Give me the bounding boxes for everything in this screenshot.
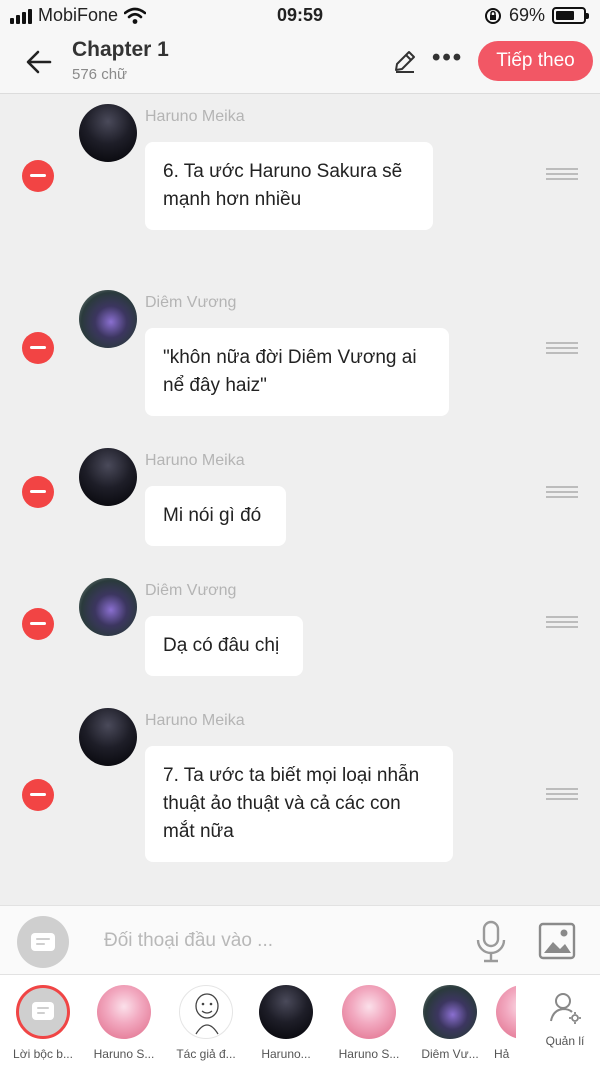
- character-bar: Lời bộc b... Haruno S... Tác giả đ... Ha…: [0, 975, 600, 1067]
- header: Chapter 1 576 chữ ••• Tiếp theo: [0, 32, 600, 94]
- message-line: mắt nữa: [163, 821, 234, 842]
- dialogue-input-bar: Đối thoại đầu vào ...: [0, 905, 600, 975]
- message-bubble[interactable]: Mi nói gì đó: [145, 486, 286, 546]
- speaker-avatar[interactable]: [79, 448, 137, 506]
- character-label: Tác giả đ...: [176, 1047, 236, 1061]
- battery-icon: [552, 7, 589, 24]
- drag-handle-icon[interactable]: [546, 616, 578, 628]
- message-line: Mi nói gì đó: [163, 505, 262, 526]
- character-narrator[interactable]: Lời bộc b...: [5, 985, 81, 1061]
- speaker-name: Diêm Vương: [145, 582, 237, 599]
- drag-handle-icon[interactable]: [546, 788, 578, 800]
- delete-message-button[interactable]: [22, 332, 54, 364]
- message-line: mạnh hơn nhiều: [163, 189, 302, 210]
- drag-handle-icon[interactable]: [546, 342, 578, 354]
- delete-message-button[interactable]: [22, 160, 54, 192]
- message-bubble[interactable]: 6. Ta ước Haruno Sakura sẽ mạnh hơn nhiề…: [145, 142, 433, 230]
- delete-message-button[interactable]: [22, 608, 54, 640]
- character-avatar: [342, 985, 396, 1039]
- character-item[interactable]: Haruno...: [248, 985, 324, 1061]
- speaker-name: Haruno Meika: [145, 712, 245, 729]
- next-button[interactable]: Tiếp theo: [478, 41, 593, 81]
- delete-message-button[interactable]: [22, 779, 54, 811]
- more-icon[interactable]: •••: [432, 46, 468, 73]
- message-bubble[interactable]: Dạ có đâu chị: [145, 616, 303, 676]
- narrator-icon: [16, 985, 70, 1039]
- speaker-name: Haruno Meika: [145, 108, 245, 125]
- drag-handle-icon[interactable]: [546, 168, 578, 180]
- character-avatar: [179, 985, 233, 1039]
- chapter-title[interactable]: Chapter 1: [72, 38, 169, 62]
- sketch-face-icon: [195, 993, 219, 1035]
- battery-percent: 69%: [508, 5, 545, 25]
- narrator-icon[interactable]: [17, 916, 69, 968]
- message-bubble[interactable]: "khôn nữa đời Diêm Vương ai nể đây haiz": [145, 328, 449, 416]
- message-line: nể đây haiz": [163, 375, 267, 396]
- character-label: Hả: [494, 1047, 510, 1061]
- manage-label: Quản lí: [545, 1034, 585, 1048]
- drag-handle-icon[interactable]: [546, 486, 578, 498]
- message-line: "khôn nữa đời Diêm Vương ai: [163, 347, 417, 368]
- message-line: 7. Ta ước ta biết mọi loại nhẫn: [163, 765, 420, 786]
- character-label: Haruno...: [261, 1047, 311, 1061]
- message-bubble[interactable]: 7. Ta ước ta biết mọi loại nhẫn thuật ảo…: [145, 746, 453, 862]
- character-avatar: [97, 985, 151, 1039]
- speaker-avatar[interactable]: [79, 104, 137, 162]
- speaker-name: Diêm Vương: [145, 294, 237, 311]
- back-arrow-icon[interactable]: [22, 44, 58, 80]
- manage-characters-button[interactable]: Quản lí: [540, 991, 590, 1048]
- character-item[interactable]: Hả: [476, 985, 516, 1061]
- character-item[interactable]: Haruno S...: [331, 985, 407, 1061]
- message-line: 6. Ta ước Haruno Sakura sẽ: [163, 161, 403, 182]
- character-item[interactable]: Haruno S...: [86, 985, 162, 1061]
- character-label: Lời bộc b...: [13, 1047, 73, 1061]
- status-right: 69%: [484, 5, 589, 26]
- message-line: thuật ảo thuật và cả các con: [163, 793, 401, 814]
- microphone-icon[interactable]: [474, 920, 508, 964]
- character-label: Haruno S...: [93, 1047, 155, 1061]
- speaker-name: Haruno Meika: [145, 452, 245, 469]
- rotation-lock-icon: [484, 7, 501, 24]
- word-count: 576 chữ: [72, 66, 128, 83]
- pencil-icon[interactable]: [392, 48, 418, 74]
- character-avatar: [496, 985, 516, 1039]
- delete-message-button[interactable]: [22, 476, 54, 508]
- message-line: Dạ có đâu chị: [163, 635, 280, 656]
- character-label: Haruno S...: [338, 1047, 400, 1061]
- chat-editor-screen: { "status_bar": { "carrier": "MobiFone",…: [0, 0, 600, 1067]
- speaker-avatar[interactable]: [79, 290, 137, 348]
- image-icon[interactable]: [538, 922, 576, 960]
- speaker-avatar[interactable]: [79, 708, 137, 766]
- user-settings-icon: [550, 993, 581, 1024]
- character-avatar: [423, 985, 477, 1039]
- status-bar: MobiFone 09:59 69%: [0, 0, 600, 32]
- speaker-avatar[interactable]: [79, 578, 137, 636]
- character-avatar: [259, 985, 313, 1039]
- dialogue-input[interactable]: Đối thoại đầu vào ...: [104, 930, 273, 952]
- character-item[interactable]: Tác giả đ...: [168, 985, 244, 1061]
